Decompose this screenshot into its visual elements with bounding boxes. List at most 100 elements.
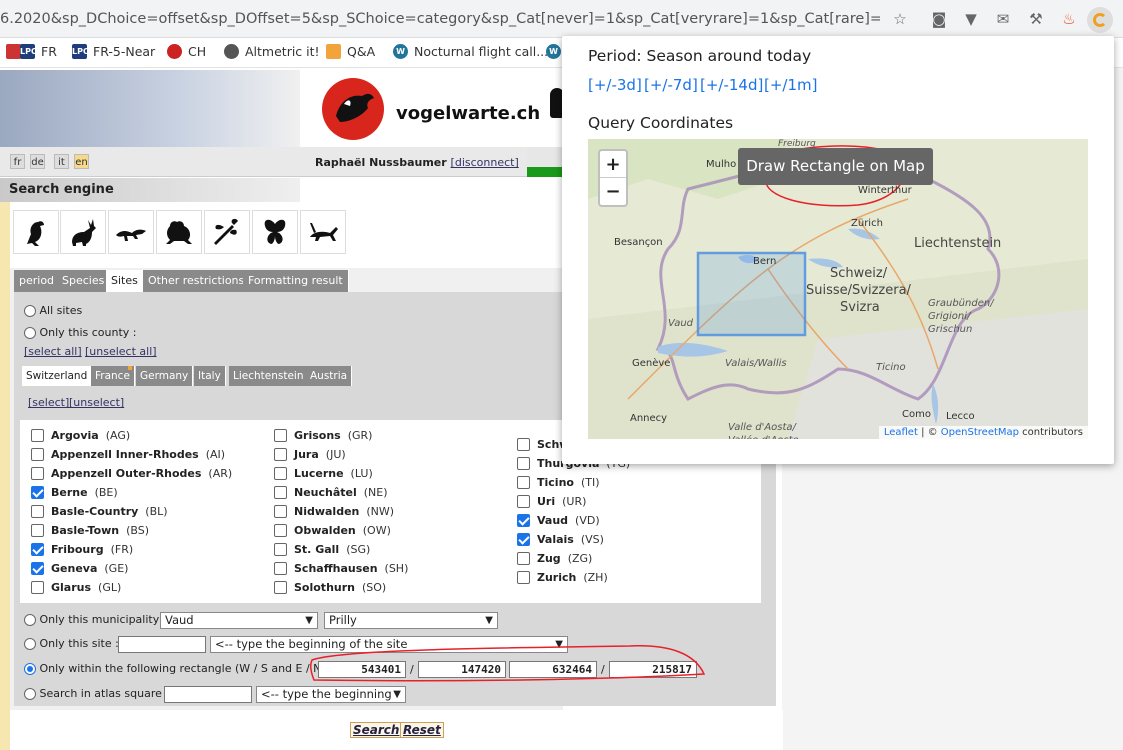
canton-checkbox[interactable] — [31, 467, 44, 480]
tab-germany[interactable]: Germany — [136, 366, 194, 386]
unselect-all-link[interactable]: [unselect all] — [85, 345, 157, 358]
only-municipality-option[interactable]: Only this municipality : — [24, 613, 166, 626]
zoom-in-button[interactable]: + — [600, 151, 626, 178]
canton-checkbox[interactable] — [517, 514, 530, 527]
canton-checkbox[interactable] — [31, 562, 44, 575]
municipality-canton-select[interactable]: Vaud ▼ — [160, 612, 318, 629]
tab-italy[interactable]: Italy — [194, 366, 226, 386]
bird-icon[interactable] — [13, 210, 59, 254]
tab-liechtenstein[interactable]: Liechtenstein — [229, 366, 309, 386]
frog-icon[interactable] — [156, 210, 202, 254]
fire-icon[interactable]: ♨ — [1060, 10, 1078, 28]
canton-checkbox[interactable] — [517, 476, 530, 489]
rectangle-option[interactable]: Only within the following rectangle (W /… — [24, 662, 333, 675]
canton-item[interactable]: Basle-Country (BL) — [31, 505, 168, 518]
select-link[interactable]: [select] — [28, 396, 69, 409]
site-name[interactable]: vogelwarte.ch — [396, 103, 540, 124]
canton-item[interactable]: Jura (JU) — [274, 448, 346, 461]
canton-item[interactable]: Neuchâtel (NE) — [274, 486, 388, 499]
lang-en[interactable]: en — [74, 154, 89, 169]
canton-checkbox[interactable] — [31, 524, 44, 537]
site-radio[interactable] — [24, 638, 36, 650]
all-sites-option[interactable]: All sites — [24, 304, 82, 317]
bookmark-ch[interactable]: CH — [167, 44, 206, 59]
only-county-option[interactable]: Only this county : — [24, 326, 137, 339]
canton-item[interactable]: Argovia (AG) — [31, 429, 130, 442]
canton-item[interactable]: Lucerne (LU) — [274, 467, 373, 480]
star-icon[interactable]: ☆ — [891, 10, 909, 28]
reset-button[interactable]: Reset — [400, 722, 444, 738]
butterfly-icon[interactable] — [252, 210, 298, 254]
atlas-square-option[interactable]: Search in atlas square : — [24, 687, 169, 700]
dragonfly-icon[interactable] — [204, 210, 250, 254]
extension-active-icon[interactable] — [1087, 7, 1113, 33]
mail-icon[interactable]: ✉ — [994, 10, 1012, 28]
lizard-icon[interactable] — [108, 210, 154, 254]
zoom-out-button[interactable]: − — [600, 178, 626, 205]
bookmark-partial-2[interactable]: W — [546, 44, 561, 59]
canton-item[interactable]: Appenzell Inner-Rhodes (AI) — [31, 448, 225, 461]
canton-item[interactable]: Glarus (GL) — [31, 581, 121, 594]
address-field[interactable]: 6.2020&sp_DChoice=offset&sp_DOffset=5&sp… — [0, 11, 880, 27]
canton-checkbox[interactable] — [31, 429, 44, 442]
canton-checkbox[interactable] — [274, 505, 287, 518]
tab-formatting-result[interactable]: Formatting result — [243, 270, 349, 292]
canton-checkbox[interactable] — [31, 448, 44, 461]
canton-checkbox[interactable] — [274, 486, 287, 499]
canton-checkbox[interactable] — [274, 562, 287, 575]
bookmark-partial[interactable] — [6, 44, 21, 59]
canton-checkbox[interactable] — [274, 581, 287, 594]
bookmark-fr-5-near[interactable]: LPO FR-5-Near — [72, 44, 155, 59]
canton-checkbox[interactable] — [31, 505, 44, 518]
osm-link[interactable]: OpenStreetMap — [941, 427, 1019, 438]
canton-item[interactable]: Geneva (GE) — [31, 562, 128, 575]
canton-item[interactable]: Zurich (ZH) — [517, 571, 608, 584]
canton-checkbox[interactable] — [31, 581, 44, 594]
canton-item[interactable]: St. Gall (SG) — [274, 543, 370, 556]
only-county-radio[interactable] — [24, 327, 36, 339]
bookmark-nocturnal[interactable]: W Nocturnal flight call... — [393, 44, 548, 59]
tab-sites[interactable]: Sites — [106, 270, 144, 292]
bookmark-fr[interactable]: LPO FR — [20, 44, 57, 59]
all-sites-radio[interactable] — [24, 305, 36, 317]
canton-item[interactable]: Solothurn (SO) — [274, 581, 386, 594]
rectangle-radio[interactable] — [24, 663, 36, 675]
canton-item[interactable]: Valais (VS) — [517, 533, 604, 546]
canton-checkbox[interactable] — [517, 457, 530, 470]
canton-item[interactable]: Basle-Town (BS) — [31, 524, 149, 537]
canton-checkbox[interactable] — [274, 543, 287, 556]
camera-icon[interactable]: ◙ — [930, 10, 948, 28]
canton-checkbox[interactable] — [517, 438, 530, 451]
tab-austria[interactable]: Austria — [306, 366, 353, 386]
only-site-option[interactable]: Only this site : — [24, 637, 119, 650]
canton-item[interactable]: Grisons (GR) — [274, 429, 372, 442]
canton-checkbox[interactable] — [274, 429, 287, 442]
canton-checkbox[interactable] — [31, 486, 44, 499]
atlas-radio[interactable] — [24, 688, 36, 700]
period-link-1m[interactable]: [+/1m] — [764, 76, 817, 94]
canton-checkbox[interactable] — [517, 571, 530, 584]
canton-item[interactable]: Appenzell Outer-Rhodes (AR) — [31, 467, 232, 480]
canton-item[interactable]: Zug (ZG) — [517, 552, 592, 565]
bookmark-altmetric[interactable]: Altmetric it! — [224, 44, 320, 59]
grasshopper-icon[interactable] — [300, 210, 346, 254]
canton-checkbox[interactable] — [517, 495, 530, 508]
atlas-input[interactable] — [164, 686, 252, 703]
bookmark-qa[interactable]: Q&A — [326, 44, 375, 59]
municipality-radio[interactable] — [24, 614, 36, 626]
disconnect-link[interactable]: [disconnect] — [451, 156, 519, 169]
canton-item[interactable]: Fribourg (FR) — [31, 543, 133, 556]
tools-icon[interactable]: ⚒ — [1027, 10, 1045, 28]
canton-checkbox[interactable] — [274, 448, 287, 461]
canton-item[interactable]: Berne (BE) — [31, 486, 118, 499]
canton-item[interactable]: Ticino (TI) — [517, 476, 600, 489]
period-link-14d[interactable]: [+/-14d] — [700, 76, 763, 94]
period-link-3d[interactable]: [+/-3d] — [588, 76, 642, 94]
tab-switzerland[interactable]: Switzerland — [22, 366, 93, 386]
canton-checkbox[interactable] — [274, 524, 287, 537]
leaflet-map[interactable]: Freiburg Mulho Winterthur Zürich Besanço… — [588, 139, 1088, 439]
tab-period[interactable]: period — [14, 270, 61, 292]
canton-checkbox[interactable] — [31, 543, 44, 556]
tab-species[interactable]: Species — [57, 270, 111, 292]
search-button[interactable]: Search — [350, 722, 403, 738]
